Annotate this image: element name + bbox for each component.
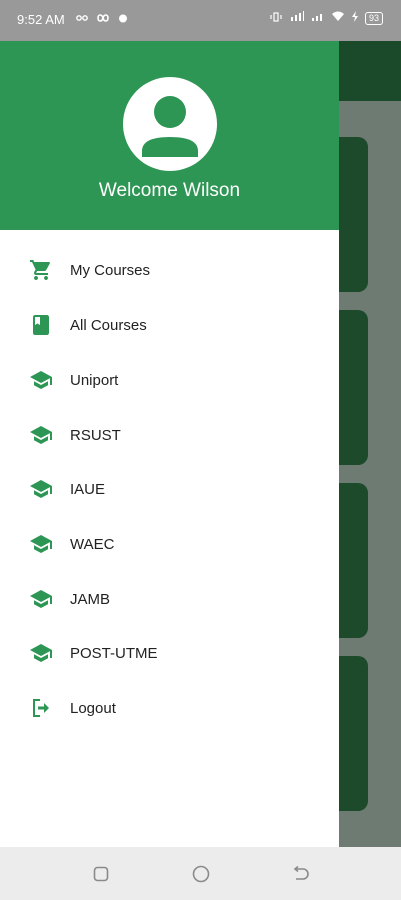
menu-item-iaue[interactable]: IAUE [0, 465, 339, 513]
drawer-header: Welcome Wilson [0, 41, 339, 230]
status-time: 9:52 AM [17, 12, 65, 27]
app-notification-icon [118, 11, 128, 26]
background-app-bar [339, 41, 401, 101]
menu-item-rsust[interactable]: RSUST [0, 411, 339, 459]
vibrate-icon [269, 11, 283, 25]
menu-item-label: IAUE [70, 480, 106, 498]
charging-icon [351, 11, 359, 25]
voicemail-icon [76, 11, 88, 26]
graduation-cap-icon [29, 587, 53, 611]
graduation-cap-icon [29, 477, 53, 501]
background-card [339, 137, 368, 292]
logout-icon [29, 696, 53, 720]
cart-icon [29, 258, 53, 282]
menu-item-label: JAMB [70, 590, 111, 608]
graduation-cap-icon [29, 368, 53, 392]
infinity-icon [96, 11, 110, 26]
menu-item-logout[interactable]: Logout [0, 684, 339, 732]
signal-icon [289, 11, 305, 25]
menu-item-label: All Courses [70, 316, 147, 334]
avatar[interactable] [123, 77, 217, 171]
system-icons: 93 [269, 11, 383, 25]
menu-item-uniport[interactable]: Uniport [0, 356, 339, 404]
circle-icon [192, 865, 210, 883]
menu-item-waec[interactable]: WAEC [0, 520, 339, 568]
background-card [339, 310, 368, 465]
graduation-cap-icon [29, 641, 53, 665]
menu-item-label: POST-UTME [70, 644, 158, 662]
user-icon [142, 96, 198, 157]
graduation-cap-icon [29, 532, 53, 556]
menu-item-label: WAEC [70, 535, 115, 553]
menu-item-label: My Courses [70, 261, 151, 279]
system-nav-bar [0, 847, 401, 900]
wifi-icon [331, 11, 345, 25]
welcome-text: Welcome Wilson [98, 180, 241, 201]
background-card [339, 656, 368, 811]
menu-item-label: Uniport [70, 371, 119, 389]
graduation-cap-icon [29, 423, 53, 447]
menu-item-label: Logout [70, 699, 116, 717]
back-arrow-icon [293, 866, 309, 880]
book-icon [29, 313, 53, 337]
back-button[interactable] [291, 864, 311, 884]
menu-item-label: RSUST [70, 426, 121, 444]
notification-icons [76, 11, 128, 26]
recents-button[interactable] [91, 864, 111, 884]
background-card [339, 483, 368, 638]
square-icon [93, 866, 109, 882]
navigation-drawer: Welcome Wilson My Courses All Courses Un… [0, 41, 339, 847]
home-button[interactable] [191, 864, 211, 884]
signal-2-icon [311, 11, 325, 25]
battery-icon: 93 [364, 11, 383, 25]
menu-item-jamb[interactable]: JAMB [0, 575, 339, 623]
status-bar: 9:52 AM 93 [0, 0, 401, 41]
menu-item-my-courses[interactable]: My Courses [0, 246, 339, 294]
menu-item-all-courses[interactable]: All Courses [0, 301, 339, 349]
menu-item-post-utme[interactable]: POST-UTME [0, 629, 339, 677]
